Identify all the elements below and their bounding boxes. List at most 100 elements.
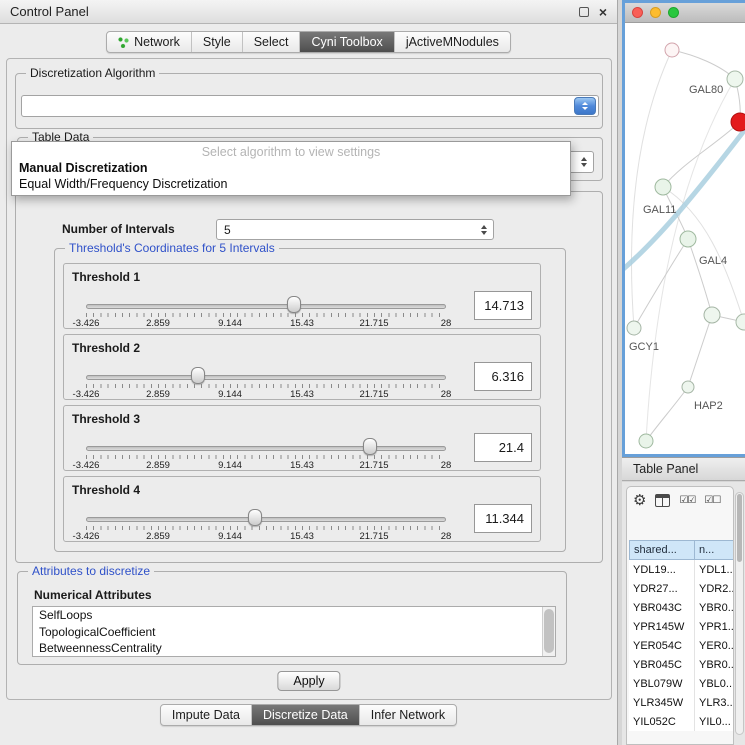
select-all-columns-icon[interactable]: ☑☑ <box>679 495 695 506</box>
threshold-value-field[interactable]: 14.713 <box>474 291 532 320</box>
apply-button[interactable]: Apply <box>277 671 340 691</box>
selected-network-node[interactable] <box>731 113 745 131</box>
slider-scale: -3.4262.8599.14415.4321.71528 <box>86 318 446 330</box>
slider-track[interactable] <box>86 517 446 522</box>
scale-label: 21.715 <box>359 318 388 329</box>
list-item[interactable]: BetweennessCentrality <box>33 640 555 657</box>
threshold-value-field[interactable]: 6.316 <box>474 362 532 391</box>
node-label: GAL4 <box>699 255 727 267</box>
zoom-traffic-light-icon[interactable] <box>668 7 679 18</box>
node-label: GAL11 <box>643 204 676 216</box>
column-header[interactable]: shared... <box>629 540 695 560</box>
table-cell: YDR2... <box>695 579 734 598</box>
threshold-slider[interactable]: -3.4262.8599.14415.4321.71528 <box>86 335 446 401</box>
network-graph: GAL80 GAL11 GAL4 GCY1 HAP2 <box>625 23 745 457</box>
slider-thumb[interactable] <box>248 509 262 526</box>
column-header[interactable]: n... <box>695 540 734 560</box>
scrollbar-thumb[interactable] <box>544 609 554 653</box>
table-row[interactable]: YBR043CYBR0... <box>629 598 734 617</box>
slider-track[interactable] <box>86 446 446 451</box>
slider-ticks <box>86 313 446 317</box>
algorithm-combo[interactable] <box>21 95 599 117</box>
algorithm-popup-options: Manual DiscretizationEqual Width/Frequen… <box>12 160 570 192</box>
scale-label: 21.715 <box>359 460 388 471</box>
slider-thumb[interactable] <box>191 367 205 384</box>
slider-track[interactable] <box>86 375 446 380</box>
float-window-icon[interactable] <box>579 7 589 17</box>
tab-discretize-data[interactable]: Discretize Data <box>252 705 360 725</box>
slider-track[interactable] <box>86 304 446 309</box>
network-node[interactable] <box>682 381 694 393</box>
threshold-slider[interactable]: -3.4262.8599.14415.4321.71528 <box>86 477 446 543</box>
table-row[interactable]: YIL052CYIL0... <box>629 712 734 731</box>
table-row[interactable]: YBR045CYBR0... <box>629 655 734 674</box>
network-node[interactable] <box>627 321 641 335</box>
threshold-slider[interactable]: -3.4262.8599.14415.4321.71528 <box>86 406 446 472</box>
attribute-list: SelfLoopsTopologicalCoefficientBetweenne… <box>33 607 555 657</box>
network-node[interactable] <box>639 434 653 448</box>
close-traffic-light-icon[interactable] <box>632 7 643 18</box>
threshold-box-3: Threshold 3-3.4262.8599.14415.4321.71528… <box>63 405 541 471</box>
network-node[interactable] <box>704 307 720 323</box>
tab-jactivemnodules[interactable]: jActiveMNodules <box>395 32 510 52</box>
num-intervals-combo[interactable]: 5 <box>216 219 494 240</box>
algorithm-hint: Select algorithm to view settings <box>12 142 570 160</box>
node-label: HAP2 <box>694 400 723 412</box>
algorithm-option[interactable]: Equal Width/Frequency Discretization <box>12 176 570 192</box>
scale-label: 2.859 <box>146 389 170 400</box>
slider-thumb[interactable] <box>287 296 301 313</box>
combo-arrows-icon[interactable] <box>574 97 596 115</box>
slider-thumb[interactable] <box>363 438 377 455</box>
tab-network[interactable]: Network <box>107 32 192 52</box>
table-row[interactable]: YER054CYER0... <box>629 636 734 655</box>
table-row[interactable]: YDR27...YDR2... <box>629 579 734 598</box>
bottom-tab-row: Impute DataDiscretize DataInfer Network <box>0 704 617 726</box>
network-node[interactable] <box>665 43 679 57</box>
combo-arrows-icon <box>581 157 587 167</box>
close-icon[interactable]: × <box>599 5 607 19</box>
list-item[interactable]: SelfLoops <box>33 607 555 624</box>
tab-infer-network[interactable]: Infer Network <box>360 705 456 725</box>
threshold-box-1: Threshold 1-3.4262.8599.14415.4321.71528… <box>63 263 541 329</box>
slider-scale: -3.4262.8599.14415.4321.71528 <box>86 531 446 543</box>
table-cell: YLR3... <box>695 693 734 712</box>
tab-impute-data[interactable]: Impute Data <box>161 705 252 725</box>
algorithm-option[interactable]: Manual Discretization <box>12 160 570 176</box>
tab-label: Cyni Toolbox <box>311 35 382 49</box>
scrollbar-thumb[interactable] <box>737 494 742 562</box>
network-node[interactable] <box>680 231 696 247</box>
scale-label: -3.426 <box>73 531 100 542</box>
network-node[interactable] <box>736 314 745 330</box>
table-row[interactable]: YDL19...YDL1... <box>629 560 734 579</box>
table-row[interactable]: YBL079WYBL0... <box>629 674 734 693</box>
highlighted-edge[interactable] <box>625 127 745 271</box>
network-icon <box>118 37 129 48</box>
gear-icon[interactable]: ⚙ <box>633 493 646 508</box>
scale-label: 15.43 <box>290 460 314 471</box>
table-header-row: shared...n... <box>629 540 734 560</box>
combo-arrows-icon <box>481 225 487 235</box>
select-columns-icon[interactable]: ☑☐ <box>704 495 720 506</box>
tab-style[interactable]: Style <box>192 32 243 52</box>
minimize-traffic-light-icon[interactable] <box>650 7 661 18</box>
network-canvas[interactable]: GAL80 GAL11 GAL4 GCY1 HAP2 <box>625 23 745 454</box>
network-node[interactable] <box>727 71 743 87</box>
threshold-value-field[interactable]: 21.4 <box>474 433 532 462</box>
list-item[interactable]: TopologicalCoefficient <box>33 624 555 641</box>
columns-icon[interactable] <box>655 494 670 507</box>
threshold-slider[interactable]: -3.4262.8599.14415.4321.71528 <box>86 264 446 330</box>
table-row[interactable]: YLR345WYLR3... <box>629 693 734 712</box>
threshold-value-field[interactable]: 11.344 <box>474 504 532 533</box>
tab-select[interactable]: Select <box>243 32 301 52</box>
attribute-list-scrollbar[interactable] <box>542 607 555 656</box>
network-node[interactable] <box>655 179 671 195</box>
interval-definition-group: Interval Definition Number of Intervals … <box>15 191 603 563</box>
scale-label: 9.144 <box>218 389 242 400</box>
scale-label: 28 <box>441 460 452 471</box>
table-scrollbar[interactable] <box>735 492 744 735</box>
table-panel: ⚙ ☑☑ ☑☐ shared...n... YDL19...YDL1...YDR… <box>622 482 745 745</box>
table-row[interactable]: YPR145WYPR1... <box>629 617 734 636</box>
tab-cyni-toolbox[interactable]: Cyni Toolbox <box>300 32 394 52</box>
algorithm-group-label: Discretization Algorithm <box>26 66 159 80</box>
table-panel-frame: ⚙ ☑☑ ☑☐ shared...n... YDL19...YDL1...YDR… <box>626 486 734 745</box>
